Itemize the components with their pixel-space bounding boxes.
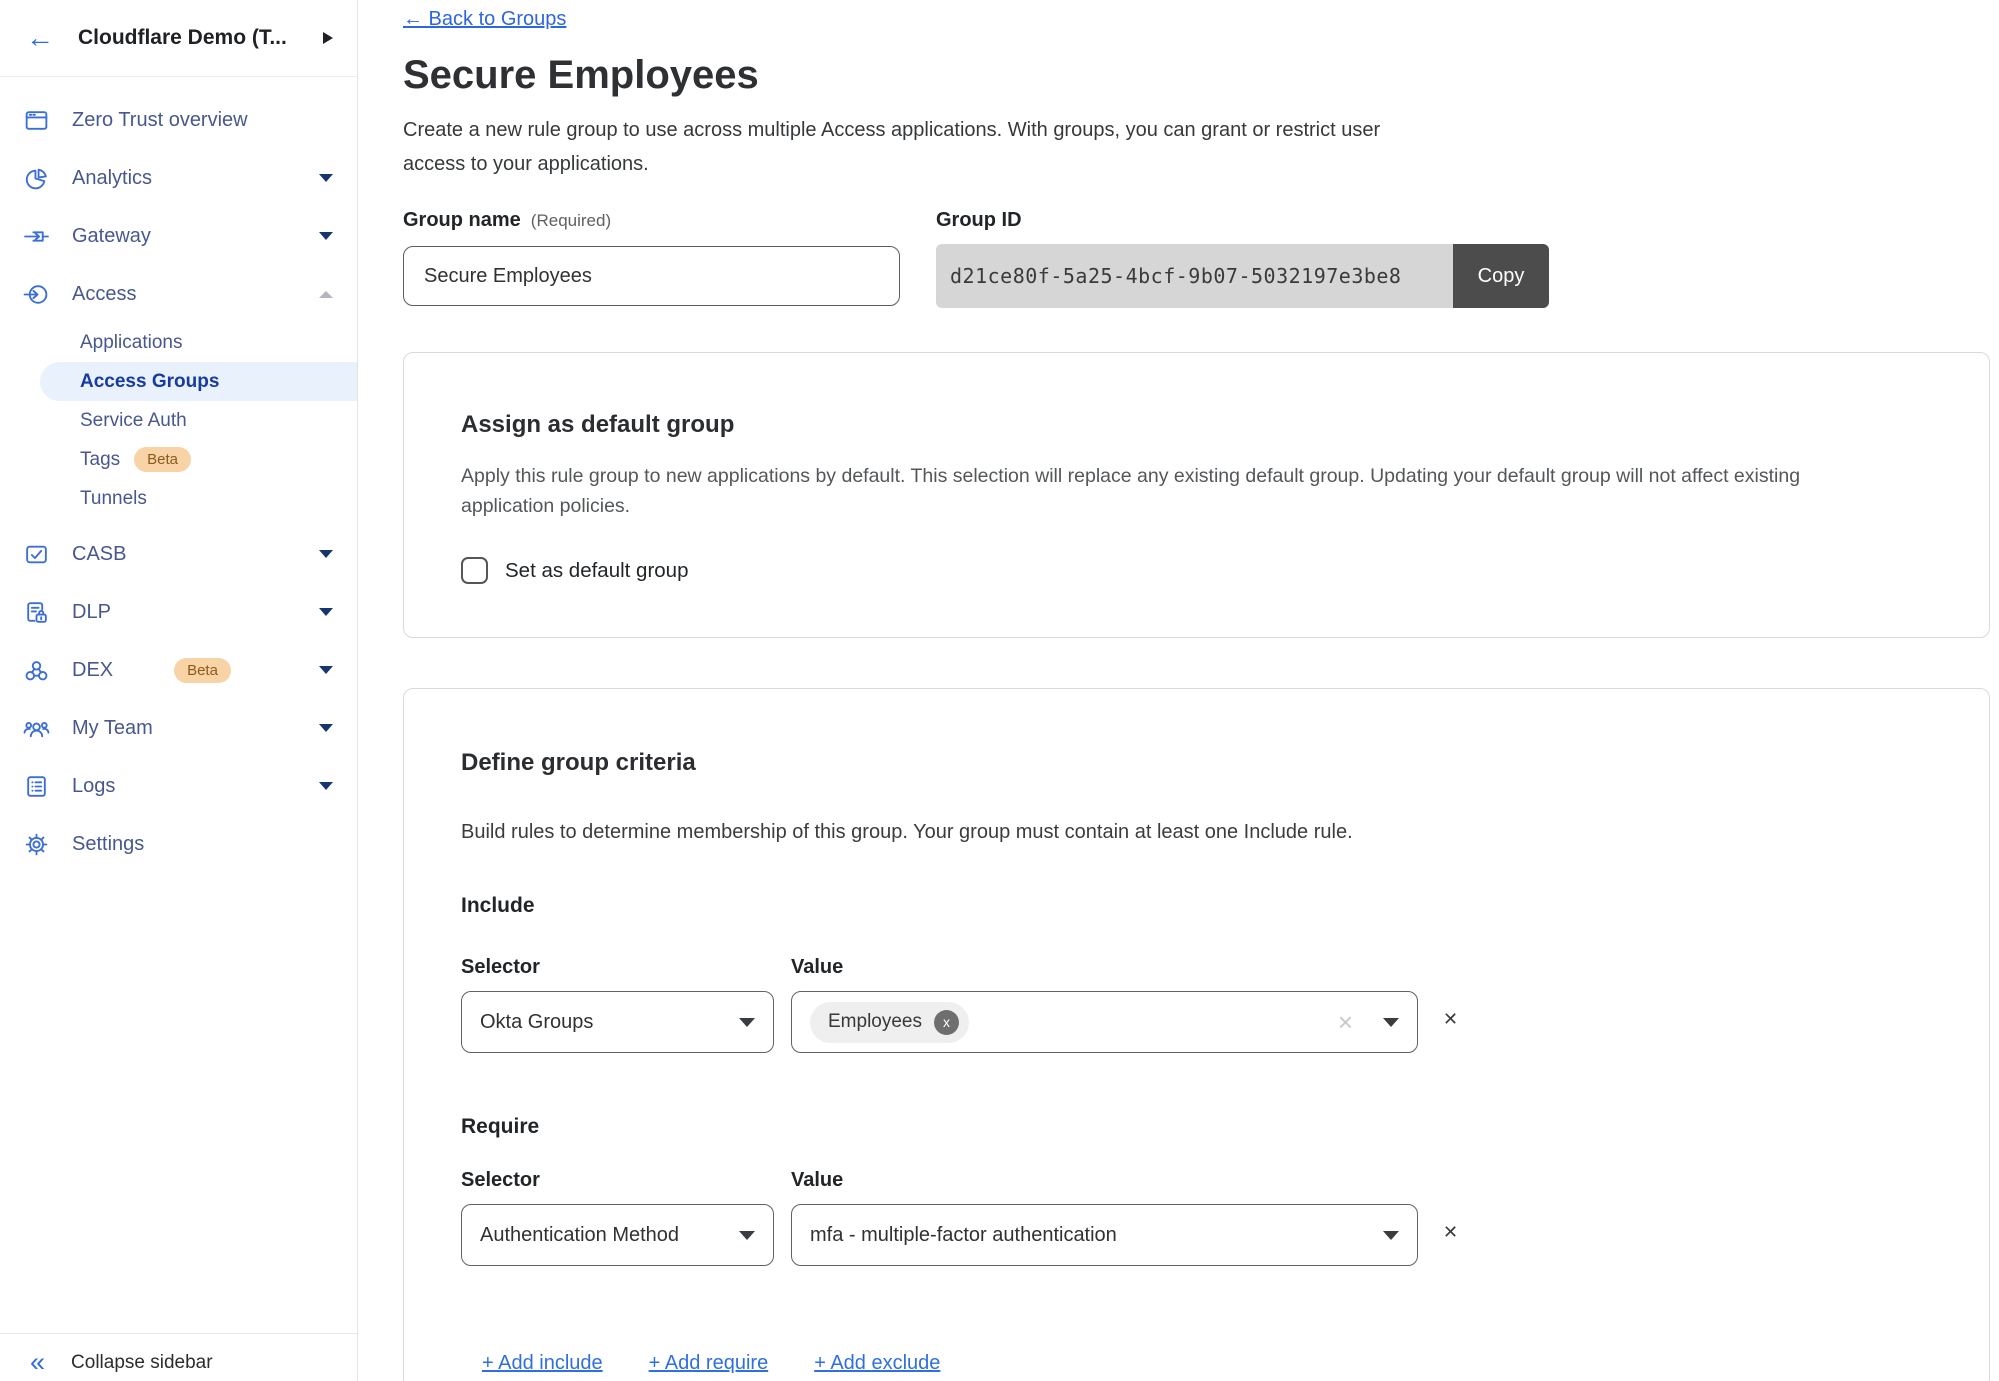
default-group-card: Assign as default group Apply this rule … — [403, 352, 1990, 638]
sidebar-item-service-auth[interactable]: Service Auth — [0, 401, 357, 440]
selector-label: Selector — [461, 956, 774, 979]
sidebar: ← Cloudflare Demo (T... Zero Trust overv… — [0, 0, 358, 1381]
criteria-card: Define group criteria Build rules to det… — [403, 688, 1990, 1381]
sidebar-item-dex[interactable]: DEX Beta — [0, 641, 357, 699]
zero-trust-dashboard: ← Cloudflare Demo (T... Zero Trust overv… — [0, 0, 1999, 1381]
sidebar-item-applications[interactable]: Applications — [0, 323, 357, 362]
include-rule-row: Okta Groups Employees x × ✕ — [461, 991, 1932, 1053]
caret-right-icon[interactable] — [323, 32, 333, 44]
gear-icon — [23, 831, 50, 858]
include-labels: Selector Value — [461, 956, 1932, 979]
access-submenu: Applications Access Groups Service Auth … — [0, 323, 357, 518]
remove-include-rule-icon[interactable]: ✕ — [1443, 1009, 1458, 1030]
beta-badge: Beta — [174, 658, 231, 683]
group-name-label: Group name — [403, 209, 521, 232]
group-id-field: Group ID d21ce80f-5a25-4bcf-9b07-5032197… — [936, 209, 1549, 308]
clear-values-icon[interactable]: × — [1338, 1009, 1353, 1035]
sidebar-item-access[interactable]: Access — [0, 265, 357, 323]
checkbox[interactable] — [461, 557, 488, 584]
group-name-input[interactable] — [403, 246, 900, 306]
dlp-lock-icon — [23, 599, 50, 626]
require-heading: Require — [461, 1115, 1932, 1139]
access-icon — [23, 281, 50, 308]
sidebar-item-dlp[interactable]: DLP — [0, 583, 357, 641]
dex-cluster-icon — [23, 657, 50, 684]
sidebar-item-tunnels[interactable]: Tunnels — [0, 479, 357, 518]
add-exclude-link[interactable]: + Add exclude — [814, 1352, 940, 1375]
sidebar-nav: Zero Trust overview Analytics Gateway — [0, 77, 357, 873]
copy-button[interactable]: Copy — [1453, 244, 1549, 308]
include-heading: Include — [461, 894, 1932, 918]
collapse-sidebar-button[interactable]: « Collapse sidebar — [0, 1333, 357, 1381]
chevrons-left-icon: « — [30, 1349, 45, 1376]
chevron-down-icon[interactable] — [319, 724, 333, 732]
remove-require-rule-icon[interactable]: ✕ — [1443, 1222, 1458, 1243]
add-rule-links: + Add include + Add require + Add exclud… — [461, 1352, 1932, 1375]
group-id-label: Group ID — [936, 209, 1022, 231]
window-icon — [23, 107, 50, 134]
group-name-field: Group name (Required) — [403, 209, 900, 308]
sidebar-item-analytics[interactable]: Analytics — [0, 149, 357, 207]
sidebar-item-my-team[interactable]: My Team — [0, 699, 357, 757]
require-labels: Selector Value — [461, 1169, 1932, 1192]
chevron-down-icon[interactable] — [319, 782, 333, 790]
criteria-card-description: Build rules to determine membership of t… — [461, 821, 1932, 844]
default-group-card-title: Assign as default group — [461, 411, 1932, 439]
sidebar-item-tags[interactable]: Tags Beta — [0, 440, 357, 479]
chevron-down-icon — [739, 1231, 755, 1240]
chevron-down-icon[interactable] — [319, 232, 333, 240]
selector-label: Selector — [461, 1169, 774, 1192]
default-group-card-description: Apply this rule group to new application… — [461, 461, 1881, 521]
chevron-down-icon — [1383, 1231, 1399, 1240]
sidebar-item-gateway[interactable]: Gateway — [0, 207, 357, 265]
chevron-down-icon[interactable] — [319, 550, 333, 558]
checkbox-label: Set as default group — [505, 559, 689, 583]
require-rule-row: Authentication Method mfa - multiple-fac… — [461, 1204, 1932, 1266]
chevron-down-icon[interactable] — [319, 666, 333, 674]
chevron-down-icon[interactable] — [319, 174, 333, 182]
sidebar-header: ← Cloudflare Demo (T... — [0, 0, 357, 77]
value-label: Value — [791, 956, 1418, 979]
include-value-multiselect[interactable]: Employees x × — [791, 991, 1418, 1053]
required-hint: (Required) — [531, 211, 611, 231]
arrow-left-icon[interactable]: ← — [26, 24, 54, 52]
beta-badge: Beta — [134, 447, 191, 472]
chevron-up-icon[interactable] — [319, 291, 333, 298]
add-require-link[interactable]: + Add require — [649, 1352, 769, 1375]
sidebar-item-access-groups[interactable]: Access Groups — [40, 362, 357, 401]
add-include-link[interactable]: + Add include — [482, 1352, 603, 1375]
sidebar-item-settings[interactable]: Settings — [0, 815, 357, 873]
main-content: ← Back to Groups Secure Employees Create… — [358, 0, 1999, 1381]
logs-icon — [23, 773, 50, 800]
require-value-dropdown[interactable]: mfa - multiple-factor authentication — [791, 1204, 1418, 1266]
page-title: Secure Employees — [403, 51, 1990, 99]
group-form-row: Group name (Required) Group ID d21ce80f-… — [403, 209, 1990, 308]
chevron-down-icon — [1383, 1018, 1399, 1027]
group-id-value: d21ce80f-5a25-4bcf-9b07-5032197e3be8 — [936, 244, 1453, 308]
sidebar-item-logs[interactable]: Logs — [0, 757, 357, 815]
criteria-card-title: Define group criteria — [461, 749, 1932, 777]
casb-icon — [23, 541, 50, 568]
pie-chart-icon — [23, 165, 50, 192]
chevron-down-icon[interactable] — [319, 608, 333, 616]
account-title: Cloudflare Demo (T... — [78, 26, 323, 50]
page-description: Create a new rule group to use across mu… — [403, 113, 1393, 181]
value-label: Value — [791, 1169, 1418, 1192]
gateway-icon — [23, 223, 50, 250]
include-selector-dropdown[interactable]: Okta Groups — [461, 991, 774, 1053]
value-tag: Employees x — [810, 1002, 969, 1043]
sidebar-item-zero-trust-overview[interactable]: Zero Trust overview — [0, 91, 357, 149]
sidebar-item-casb[interactable]: CASB — [0, 525, 357, 583]
remove-tag-icon[interactable]: x — [934, 1010, 959, 1035]
require-selector-dropdown[interactable]: Authentication Method — [461, 1204, 774, 1266]
team-icon — [23, 715, 50, 742]
set-default-group-checkbox-row[interactable]: Set as default group — [461, 557, 1932, 584]
chevron-down-icon — [739, 1018, 755, 1027]
back-to-groups-link[interactable]: ← Back to Groups — [403, 8, 566, 31]
